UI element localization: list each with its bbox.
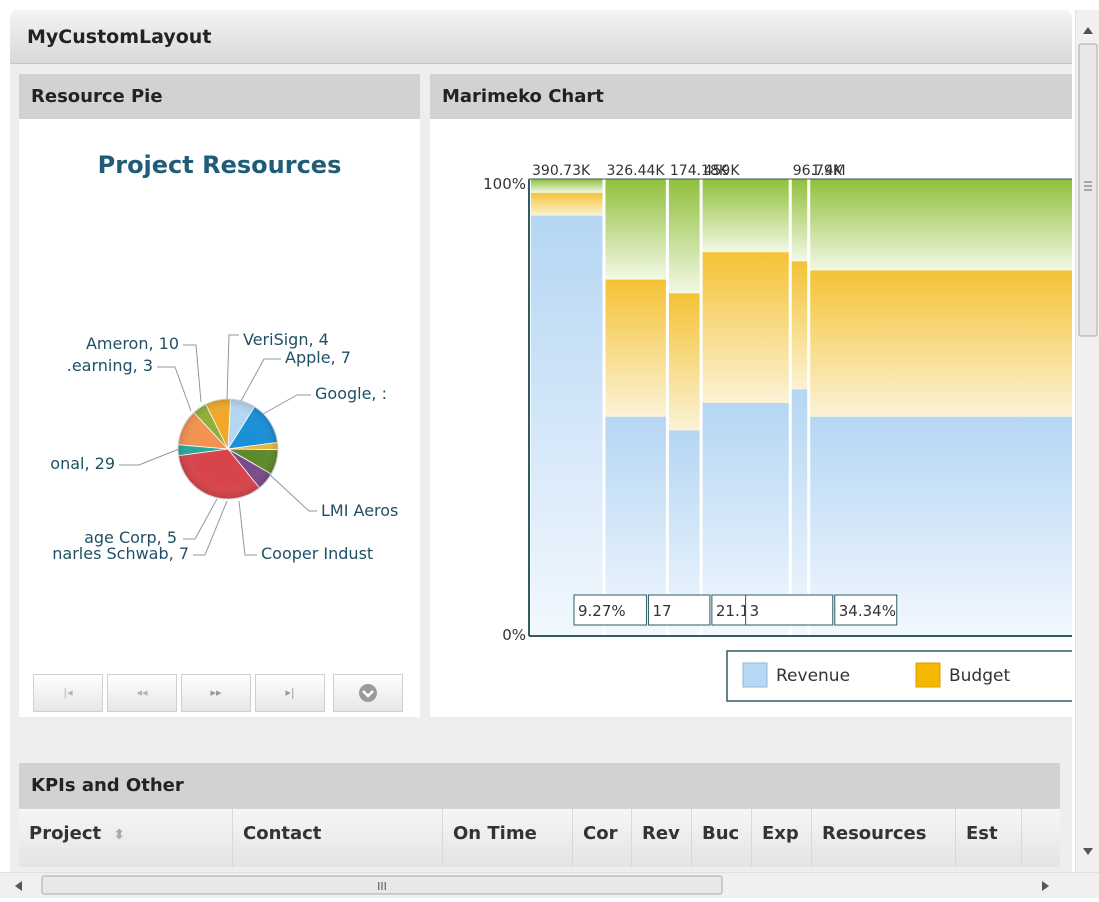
mek-top-label-1: 326.44K [606, 163, 665, 179]
column-contact[interactable]: Contact [233, 809, 443, 867]
pager-first-button[interactable]: |◂ [33, 674, 103, 712]
mek-segment-budget-1[interactable] [605, 279, 666, 417]
marimeko-panel: 100% 0% 390.73K 326.44K 174.18K 459K 96.79K 1… [430, 119, 1072, 717]
pie-label-learning: .earning, 3 [67, 356, 153, 375]
mek-segment-budget-2[interactable] [668, 293, 700, 431]
vertical-scrollbar[interactable] [1075, 10, 1099, 872]
pager-last-button[interactable]: ▸| [255, 674, 325, 712]
pie-label-google: Google, : [315, 384, 387, 403]
axis-label-bottom: 0% [502, 626, 526, 644]
mek-segment-budget-0[interactable] [531, 192, 603, 216]
horizontal-scroll-grip: III [377, 880, 387, 893]
pie-label-cooper: Cooper Indust [261, 544, 373, 563]
scroll-right-icon[interactable] [1042, 881, 1049, 891]
mek-segment-budget-5[interactable] [810, 270, 1072, 417]
mek-segment-budget-3[interactable] [702, 252, 789, 403]
mek-segment-expense-2[interactable] [668, 179, 700, 294]
pie-label-lmi: LMI Aeros [321, 501, 398, 520]
pie-label-onal: onal, 29 [50, 454, 115, 473]
mek-segment-revenue-0[interactable] [531, 215, 603, 636]
kpis-header: KPIs and Other [19, 763, 1060, 808]
legend-swatch-budget [915, 662, 941, 688]
resource-pie-header: Resource Pie [19, 74, 420, 119]
chart-legend: Revenue Budget [726, 650, 1072, 702]
mek-segment-budget-4[interactable] [791, 261, 808, 390]
pie-chart: Ameron, 10 .earning, 3 VeriSign, 4 Apple… [50, 330, 398, 563]
vertical-scrollbar-graphics [1078, 27, 1098, 855]
horizontal-scrollbar[interactable]: III [0, 872, 1099, 898]
resource-pie-panel: Project Resources Ameron, 10 .earning, 3… [19, 119, 420, 717]
column-exp[interactable]: Exp [752, 809, 812, 867]
column-resources[interactable]: Resources [812, 809, 956, 867]
mek-segment-expense-3[interactable] [702, 179, 789, 253]
column-cor[interactable]: Cor [573, 809, 632, 867]
mek-segment-expense-5[interactable] [810, 179, 1072, 271]
pie-label-apple: Apple, 7 [285, 348, 351, 367]
column-on-time[interactable]: On Time [443, 809, 573, 867]
mek-pct-label-1: 17 [652, 602, 671, 620]
mek-pct-label-3: 3 [750, 602, 760, 620]
sort-icon[interactable]: ⬍ [113, 827, 125, 843]
legend-label-budget: Budget [949, 666, 1010, 686]
column-est[interactable]: Est [956, 809, 1022, 867]
pie-label-ameron: Ameron, 10 [86, 334, 179, 353]
horizontal-scrollbar-graphics: III [15, 875, 1049, 895]
marimeko-chart: 100% 0% 390.73K 326.44K 174.18K459K 96.79K1… [483, 163, 1072, 702]
axis-label-top: 100% [483, 175, 526, 193]
pie-label-verisign: VeriSign, 4 [243, 330, 329, 349]
scroll-up-icon[interactable] [1083, 27, 1093, 34]
marimeko-header: Marimeko Chart [430, 74, 1072, 119]
scroll-left-icon[interactable] [15, 881, 22, 891]
scroll-down-icon[interactable] [1083, 848, 1093, 855]
mek-segment-expense-1[interactable] [605, 179, 666, 280]
legend-swatch-revenue [742, 662, 768, 688]
column-project[interactable]: Project ⬍ [19, 809, 233, 867]
legend-label-revenue: Revenue [776, 666, 850, 686]
mek-segment-expense-0[interactable] [531, 179, 603, 193]
pager-prev-button[interactable]: ◂◂ [107, 674, 177, 712]
pager-next-button[interactable]: ▸▸ [181, 674, 251, 712]
column-buc[interactable]: Buc [692, 809, 752, 867]
mek-top-label-3: 459K [704, 163, 741, 179]
mek-top-label-5: 1.4M [811, 163, 845, 179]
kpis-grid-header: Project ⬍ Contact On Time Cor Rev Buc Ex… [19, 808, 1060, 867]
chevron-down-icon [359, 684, 377, 702]
mek-top-label-0: 390.73K [532, 163, 591, 179]
column-rev[interactable]: Rev [632, 809, 692, 867]
mek-pct-label-4: 34.34% [839, 602, 896, 620]
column-project-label: Project [29, 823, 102, 844]
pie-label-schwab: narles Schwab, 7 [52, 544, 189, 563]
mek-pct-label-0: 9.27% [578, 602, 626, 620]
mek-segment-expense-4[interactable] [791, 179, 808, 262]
pager-menu-button[interactable] [333, 674, 403, 712]
custom-layout-window: MyCustomLayout Resource Pie Project Reso… [10, 10, 1072, 872]
window-title: MyCustomLayout [10, 10, 1072, 64]
